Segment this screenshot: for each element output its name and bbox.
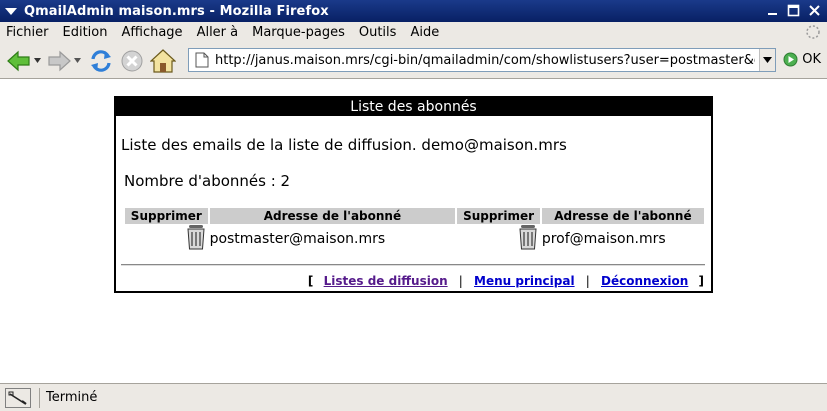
forward-button[interactable] bbox=[46, 46, 72, 76]
throbber-icon bbox=[805, 24, 821, 40]
trash-icon[interactable] bbox=[518, 224, 538, 250]
link-separator: | bbox=[585, 274, 590, 288]
column-header-address: Adresse de l'abonné bbox=[541, 208, 704, 224]
subscriber-count: Nombre d'abonnés : 2 bbox=[124, 172, 291, 190]
footer-links: [ Listes de diffusion | Menu principal |… bbox=[308, 274, 704, 288]
main-menu-link[interactable]: Menu principal bbox=[474, 274, 575, 288]
table-row: postmaster@maison.mrs prof@maison.mrs bbox=[125, 224, 704, 254]
subscribers-panel: Liste des abonnés Liste des emails de la… bbox=[114, 96, 713, 293]
menu-marque-pages[interactable]: Marque-pages bbox=[245, 25, 352, 40]
reload-icon bbox=[91, 49, 111, 72]
home-icon bbox=[150, 48, 176, 73]
maximize-icon[interactable] bbox=[785, 2, 802, 19]
home-button[interactable] bbox=[150, 46, 176, 76]
delete-cell bbox=[125, 224, 208, 254]
page-icon bbox=[193, 51, 211, 69]
trash-icon[interactable] bbox=[186, 224, 206, 250]
delete-cell bbox=[457, 224, 540, 254]
column-header-address: Adresse de l'abonné bbox=[209, 208, 456, 224]
table-header-row: Supprimer Adresse de l'abonné Supprimer … bbox=[125, 208, 704, 224]
logout-link[interactable]: Déconnexion bbox=[601, 274, 688, 288]
menu-edition[interactable]: Edition bbox=[56, 25, 115, 40]
minimize-icon[interactable] bbox=[764, 2, 781, 19]
go-icon bbox=[783, 52, 798, 67]
status-bar: Terminé bbox=[0, 383, 827, 411]
url-input[interactable] bbox=[215, 52, 755, 68]
close-icon[interactable] bbox=[806, 2, 823, 19]
forward-dropdown-icon[interactable] bbox=[73, 56, 82, 66]
menu-aller[interactable]: Aller à bbox=[190, 25, 246, 40]
list-description: Liste des emails de la liste de diffusio… bbox=[121, 136, 567, 154]
back-dropdown-icon[interactable] bbox=[33, 56, 42, 66]
menu-fichier[interactable]: Fichier bbox=[0, 25, 56, 40]
back-button[interactable] bbox=[6, 46, 32, 76]
subscribers-table: Supprimer Adresse de l'abonné Supprimer … bbox=[123, 208, 706, 254]
subscriber-email: postmaster@maison.mrs bbox=[209, 231, 386, 247]
menu-outils[interactable]: Outils bbox=[352, 25, 404, 40]
stop-icon bbox=[121, 50, 143, 71]
reload-button[interactable] bbox=[88, 46, 114, 76]
column-header-delete: Supprimer bbox=[125, 208, 208, 224]
connection-status-icon bbox=[5, 387, 31, 408]
window-menu-icon[interactable] bbox=[2, 2, 20, 20]
stop-button[interactable] bbox=[120, 46, 144, 76]
panel-title: Liste des abonnés bbox=[116, 98, 711, 116]
menu-affichage[interactable]: Affichage bbox=[114, 25, 189, 40]
navigation-toolbar: OK bbox=[0, 43, 827, 79]
url-dropdown-icon[interactable] bbox=[759, 49, 775, 71]
page-content: Liste des abonnés Liste des emails de la… bbox=[0, 80, 827, 382]
link-separator: | bbox=[458, 274, 463, 288]
window-title: QmailAdmin maison.mrs - Mozilla Firefox bbox=[24, 3, 329, 19]
go-label: OK bbox=[802, 52, 821, 67]
bracket-close: ] bbox=[698, 274, 704, 288]
column-header-delete: Supprimer bbox=[457, 208, 540, 224]
subscriber-email: prof@maison.mrs bbox=[541, 231, 666, 247]
forward-arrow-icon bbox=[48, 50, 71, 71]
window-titlebar: QmailAdmin maison.mrs - Mozilla Firefox bbox=[0, 0, 827, 22]
menu-bar: Fichier Edition Affichage Aller à Marque… bbox=[0, 22, 827, 43]
status-text: Terminé bbox=[39, 387, 97, 408]
divider bbox=[121, 264, 705, 266]
url-bar[interactable] bbox=[188, 48, 776, 72]
bracket-open: [ bbox=[307, 274, 314, 288]
go-button[interactable]: OK bbox=[783, 52, 821, 67]
menu-aide[interactable]: Aide bbox=[403, 25, 446, 40]
back-arrow-icon bbox=[7, 50, 30, 71]
mailing-lists-link[interactable]: Listes de diffusion bbox=[324, 274, 448, 288]
